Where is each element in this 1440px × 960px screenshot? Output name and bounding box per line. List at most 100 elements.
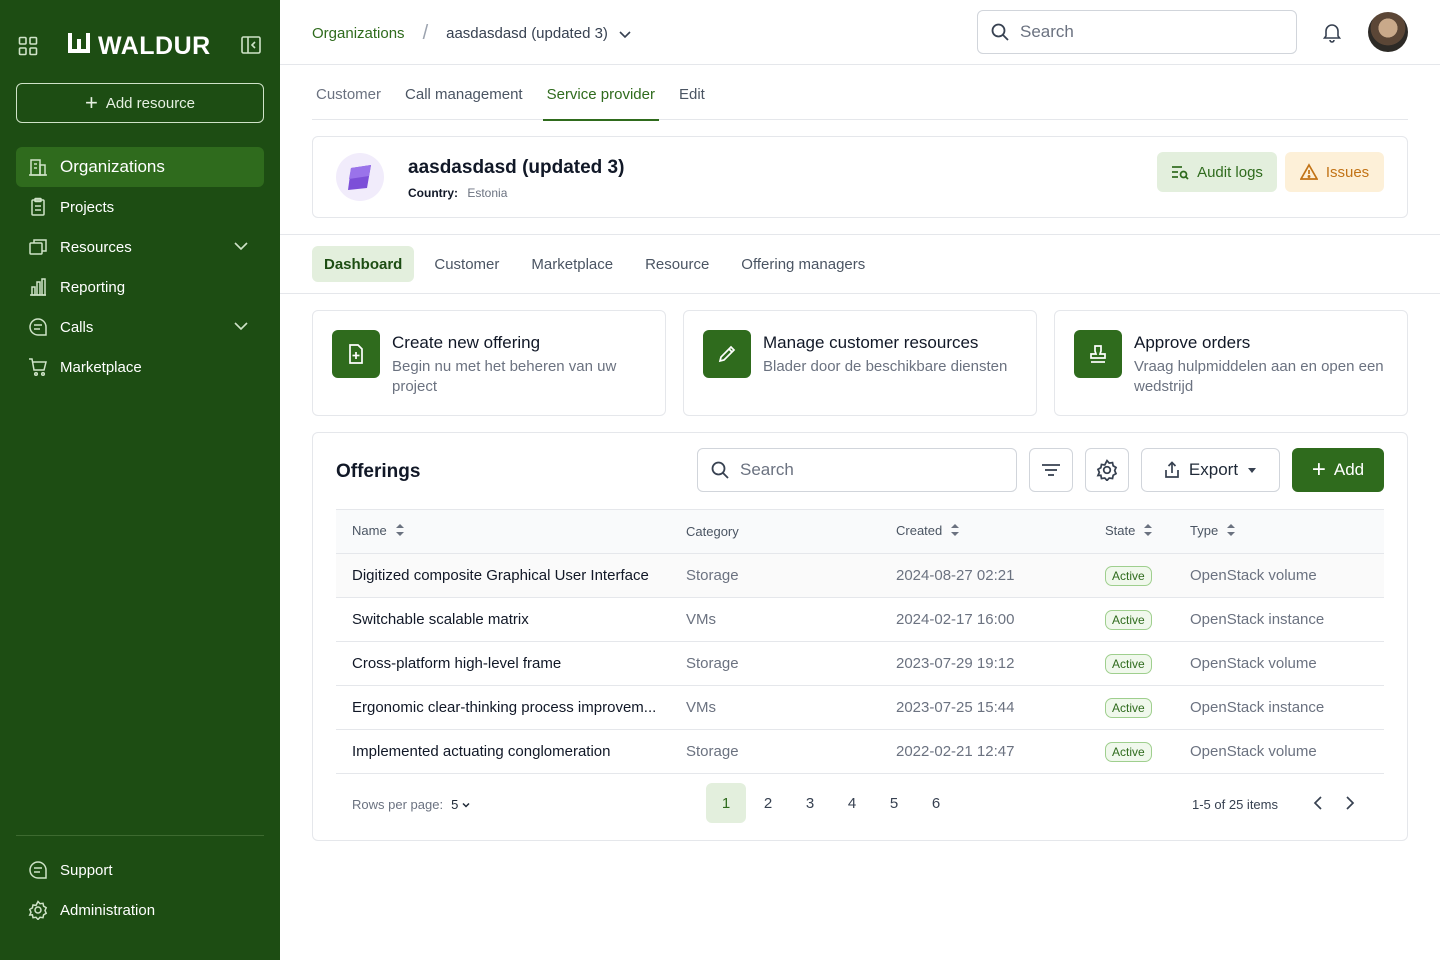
status-badge: Active (1105, 609, 1152, 630)
brand-logo[interactable]: WALDUR (68, 32, 211, 61)
create-offering-card[interactable]: Create new offering Begin nu met het beh… (312, 310, 666, 416)
sidebar: WALDUR + Add resource Organizations Proj… (0, 0, 280, 960)
add-resource-label: Add resource (105, 94, 196, 112)
page-button[interactable]: 6 (916, 783, 956, 823)
sort-icon[interactable] (1143, 523, 1153, 540)
tab-customer[interactable]: Customer (312, 80, 385, 120)
subtab-customer[interactable]: Customer (422, 246, 511, 282)
organization-name: aasdasdasd (updated 3) (408, 157, 625, 178)
audit-logs-button[interactable]: Audit logs (1157, 152, 1277, 192)
cell-category: VMs (670, 597, 880, 642)
breadcrumb-organizations[interactable]: Organizations (312, 25, 405, 42)
cell-name[interactable]: Switchable scalable matrix (336, 597, 670, 642)
table-row[interactable]: Cross-platform high-level frame Storage … (336, 641, 1384, 686)
message-icon (29, 318, 47, 336)
sidebar-item-administration[interactable]: Administration (16, 890, 264, 930)
tab-edit[interactable]: Edit (675, 80, 709, 120)
manage-resources-card[interactable]: Manage customer resources Blader door de… (683, 310, 1037, 416)
table-row[interactable]: Ergonomic clear-thinking process improve… (336, 685, 1384, 730)
table-row[interactable]: Implemented actuating conglomeration Sto… (336, 729, 1384, 774)
subtab-resource[interactable]: Resource (633, 246, 721, 282)
column-label: Created (896, 522, 943, 538)
sidebar-item-label: Projects (60, 198, 115, 216)
chevron-right-icon[interactable] (1340, 793, 1360, 813)
sidebar-item-projects[interactable]: Projects (16, 187, 264, 227)
sort-icon[interactable] (1226, 523, 1236, 540)
sidebar-item-label: Organizations (60, 157, 165, 176)
chevron-down-icon[interactable] (232, 317, 250, 335)
notifications-bell-icon[interactable] (1320, 20, 1344, 44)
organization-card: aasdasdasd (updated 3) Country: Estonia … (312, 136, 1408, 218)
page-button[interactable]: 3 (790, 783, 830, 823)
top-search[interactable] (977, 10, 1297, 54)
sidebar-item-resources[interactable]: Resources (16, 227, 264, 267)
table-settings-button[interactable] (1085, 448, 1129, 492)
sidebar-item-support[interactable]: Support (16, 850, 264, 890)
column-header-state[interactable]: State (1089, 509, 1174, 554)
column-label: Type (1190, 522, 1219, 538)
column-header-type[interactable]: Type (1174, 509, 1384, 554)
clipboard-icon (31, 197, 45, 216)
cell-category: Storage (670, 553, 880, 598)
sidebar-item-calls[interactable]: Calls (16, 307, 264, 347)
filter-button[interactable] (1029, 448, 1073, 492)
subtab-marketplace[interactable]: Marketplace (519, 246, 625, 282)
page-button[interactable]: 1 (706, 783, 746, 823)
chevron-left-icon[interactable] (1308, 793, 1328, 813)
issues-button[interactable]: Issues (1285, 152, 1384, 192)
add-resource-button[interactable]: + Add resource (16, 83, 264, 123)
sidebar-item-organizations[interactable]: Organizations (16, 147, 264, 187)
table-row[interactable]: Digitized composite Graphical User Inter… (336, 553, 1384, 598)
breadcrumb-current[interactable]: aasdasdasd (updated 3) (446, 25, 608, 42)
cell-name[interactable]: Digitized composite Graphical User Inter… (336, 553, 670, 598)
cell-category: VMs (670, 685, 880, 730)
sidebar-item-reporting[interactable]: Reporting (16, 267, 264, 307)
column-label: Category (686, 524, 739, 539)
cell-type: OpenStack volume (1174, 729, 1384, 774)
warning-icon (1299, 163, 1318, 180)
apps-grid-icon[interactable] (16, 34, 40, 58)
table-row[interactable]: Switchable scalable matrix VMs 2024-02-1… (336, 597, 1384, 642)
sidebar-item-label: Marketplace (60, 358, 142, 376)
sidebar-item-marketplace[interactable]: Marketplace (16, 347, 264, 387)
status-badge: Active (1105, 741, 1152, 762)
avatar[interactable] (1368, 12, 1408, 52)
export-button[interactable]: Export (1141, 448, 1280, 492)
rows-per-page-select[interactable]: 5 (451, 797, 458, 812)
column-header-name[interactable]: Name (336, 509, 670, 554)
sidebar-item-label: Resources (60, 238, 132, 256)
cell-type: OpenStack instance (1174, 685, 1384, 730)
sort-icon[interactable] (950, 523, 960, 540)
add-offering-button[interactable]: + Add (1292, 448, 1384, 492)
collapse-sidebar-icon[interactable] (240, 34, 264, 58)
chevron-down-icon[interactable] (618, 27, 632, 41)
chevron-down-icon[interactable] (461, 800, 471, 810)
tab-service-provider[interactable]: Service provider (542, 80, 660, 121)
tab-call-management[interactable]: Call management (401, 80, 527, 120)
cell-name[interactable]: Implemented actuating conglomeration (336, 729, 670, 774)
cell-state: Active (1089, 685, 1174, 730)
offerings-card: Offerings Export + Add Name Category Cre… (312, 432, 1408, 841)
page-button[interactable]: 2 (748, 783, 788, 823)
subtab-offering-managers[interactable]: Offering managers (729, 246, 877, 282)
cell-name[interactable]: Cross-platform high-level frame (336, 641, 670, 686)
cart-icon (29, 358, 47, 377)
chevron-down-icon[interactable] (232, 237, 250, 255)
search-icon (991, 23, 1009, 41)
cell-type: OpenStack instance (1174, 597, 1384, 642)
approve-orders-card[interactable]: Approve orders Vraag hulpmiddelen aan en… (1054, 310, 1408, 416)
caret-down-icon (1248, 468, 1257, 473)
cell-name[interactable]: Ergonomic clear-thinking process improve… (336, 685, 670, 730)
page-button[interactable]: 5 (874, 783, 914, 823)
offerings-search[interactable] (697, 448, 1017, 492)
action-title: Approve orders (1134, 333, 1251, 352)
sort-icon[interactable] (395, 523, 405, 540)
rows-per-page: Rows per page: 5 (352, 797, 471, 812)
page-button[interactable]: 4 (832, 783, 872, 823)
top-search-input[interactable] (1020, 22, 1280, 42)
column-header-created[interactable]: Created (880, 509, 1089, 554)
subtab-dashboard[interactable]: Dashboard (312, 246, 415, 282)
cell-state: Active (1089, 553, 1174, 598)
offerings-search-input[interactable] (740, 460, 1000, 480)
page-numbers: 1 2 3 4 5 6 (706, 783, 958, 823)
